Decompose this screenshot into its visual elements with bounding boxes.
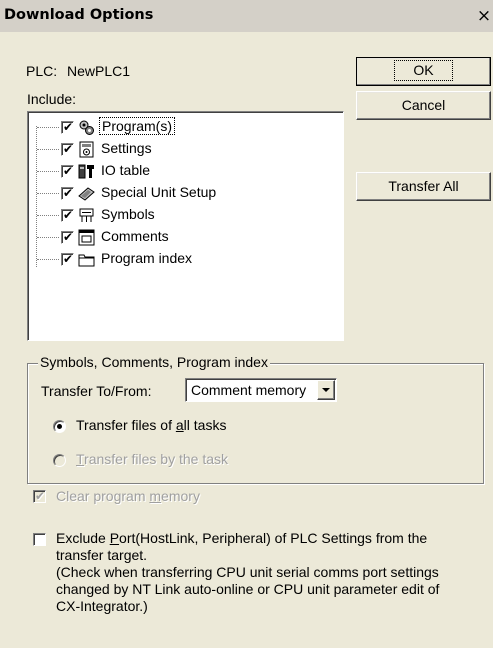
label-part: emory — [161, 488, 200, 504]
label-part: ort(HostLink, Peripheral) of PLC Setting… — [119, 530, 428, 546]
label-part: Exclude — [56, 530, 110, 546]
transfer-all-button-label: Transfer All — [388, 178, 459, 194]
io-table-icon — [78, 164, 94, 179]
tree-label-comments: Comments — [101, 228, 169, 244]
mnemonic-letter: T — [76, 451, 85, 467]
exclude-port-note-line: (Check when transferring CPU unit serial… — [56, 564, 439, 580]
transfer-by-task-label[interactable]: Transfer files by the task — [76, 451, 228, 467]
transfer-to-from-label: Transfer To/From: — [41, 383, 152, 399]
comments-checkbox[interactable]: ✔ — [61, 230, 74, 244]
exclude-port-line: transfer target. — [56, 547, 148, 563]
programs-checkbox[interactable]: ✔ — [61, 120, 74, 134]
cancel-button-label: Cancel — [401, 97, 446, 113]
check-icon: ✔ — [62, 142, 74, 156]
plc-label: PLC: — [26, 63, 58, 79]
tree-item-programs[interactable]: ✔ Program(s) — [28, 116, 328, 138]
tree-connector — [37, 259, 59, 260]
io-table-checkbox[interactable]: ✔ — [61, 164, 74, 178]
tree-connector — [37, 237, 59, 238]
mnemonic-letter: P — [109, 530, 120, 546]
settings-checkbox[interactable]: ✔ — [61, 142, 74, 156]
chevron-down-icon — [322, 388, 330, 392]
clear-program-memory-label[interactable]: Clear program memory — [56, 488, 200, 504]
transfer-all-button[interactable]: Transfer All — [356, 172, 491, 201]
exclude-port-label[interactable]: Exclude Port(HostLink, Peripheral) of PL… — [56, 530, 439, 615]
dialog-title: Download Options — [4, 7, 154, 23]
program-icon — [79, 120, 94, 135]
tree-label-settings: Settings — [101, 140, 152, 156]
exclude-port-line: Exclude Port(HostLink, Peripheral) of PL… — [56, 530, 439, 547]
include-tree[interactable]: ✔ Program(s) ✔ Settings ✔ IO table ✔ Spe… — [27, 111, 344, 341]
tree-connector — [37, 127, 59, 128]
transfer-to-from-value: Comment memory — [191, 382, 307, 398]
check-icon: ✔ — [62, 164, 74, 178]
tree-label-io-table: IO table — [101, 162, 151, 178]
tree-label-special-unit-setup: Special Unit Setup — [101, 184, 217, 200]
check-icon: ✔ — [62, 120, 74, 134]
plc-name: NewPLC1 — [67, 63, 131, 79]
mnemonic-letter: a — [175, 417, 184, 433]
exclude-port-note-line: CX-Integrator.) — [56, 598, 148, 614]
tree-item-symbols[interactable]: ✔ Symbols — [28, 204, 328, 226]
special-unit-icon — [78, 187, 95, 201]
groupbox-title: Symbols, Comments, Program index — [38, 354, 270, 370]
label-part: ransfer files by the task — [84, 451, 228, 467]
tree-label-program-index: Program index — [101, 250, 193, 266]
label-part: Transfer files of — [76, 417, 176, 433]
tree-item-settings[interactable]: ✔ Settings — [28, 138, 328, 160]
mnemonic-letter: m — [149, 488, 162, 504]
symbols-checkbox[interactable]: ✔ — [61, 208, 74, 222]
tree-label-programs: Program(s) — [99, 117, 176, 135]
tree-item-comments[interactable]: ✔ Comments — [28, 226, 328, 248]
tree-connector — [37, 193, 59, 194]
title-bar[interactable]: Download Options × — [0, 0, 493, 32]
tree-connector — [37, 215, 59, 216]
ok-button-label: OK — [394, 60, 453, 81]
tree-item-special-unit-setup[interactable]: ✔ Special Unit Setup — [28, 182, 328, 204]
special-unit-setup-checkbox[interactable]: ✔ — [61, 186, 74, 200]
check-icon: ✔ — [62, 208, 74, 222]
include-label: Include: — [27, 91, 77, 107]
settings-icon — [79, 141, 94, 158]
check-icon: ✔ — [62, 252, 74, 266]
transfer-by-task-radio[interactable] — [53, 454, 66, 467]
ok-button[interactable]: OK — [356, 57, 491, 86]
check-icon: ✔ — [62, 186, 74, 200]
transfer-all-tasks-label[interactable]: Transfer files of all tasks — [76, 417, 226, 433]
exclude-port-checkbox[interactable] — [33, 533, 46, 546]
tree-connector — [37, 149, 59, 150]
label-part: Clear program — [56, 488, 150, 504]
tree-connector — [37, 171, 59, 172]
comments-icon — [78, 229, 95, 246]
program-index-checkbox[interactable]: ✔ — [61, 252, 74, 266]
download-options-dialog: Download Options × PLC: NewPLC1 Include:… — [0, 0, 493, 648]
transfer-all-tasks-radio[interactable] — [53, 420, 66, 433]
close-icon[interactable]: × — [476, 6, 492, 26]
dropdown-button[interactable] — [317, 380, 335, 400]
tree-item-program-index[interactable]: ✔ Program index — [28, 248, 328, 270]
tree-item-io-table[interactable]: ✔ IO table — [28, 160, 328, 182]
symbols-icon — [79, 208, 94, 222]
folder-icon — [78, 254, 95, 267]
tree-label-symbols: Symbols — [101, 206, 155, 222]
clear-program-memory-checkbox[interactable]: ✔ — [33, 489, 46, 503]
check-icon: ✔ — [62, 230, 74, 244]
label-part: ll tasks — [183, 417, 227, 433]
exclude-port-note-line: changed by NT Link auto-online or CPU un… — [56, 581, 440, 597]
cancel-button[interactable]: Cancel — [356, 91, 491, 120]
check-icon: ✔ — [34, 489, 46, 503]
transfer-to-from-select[interactable]: Comment memory — [185, 378, 337, 402]
